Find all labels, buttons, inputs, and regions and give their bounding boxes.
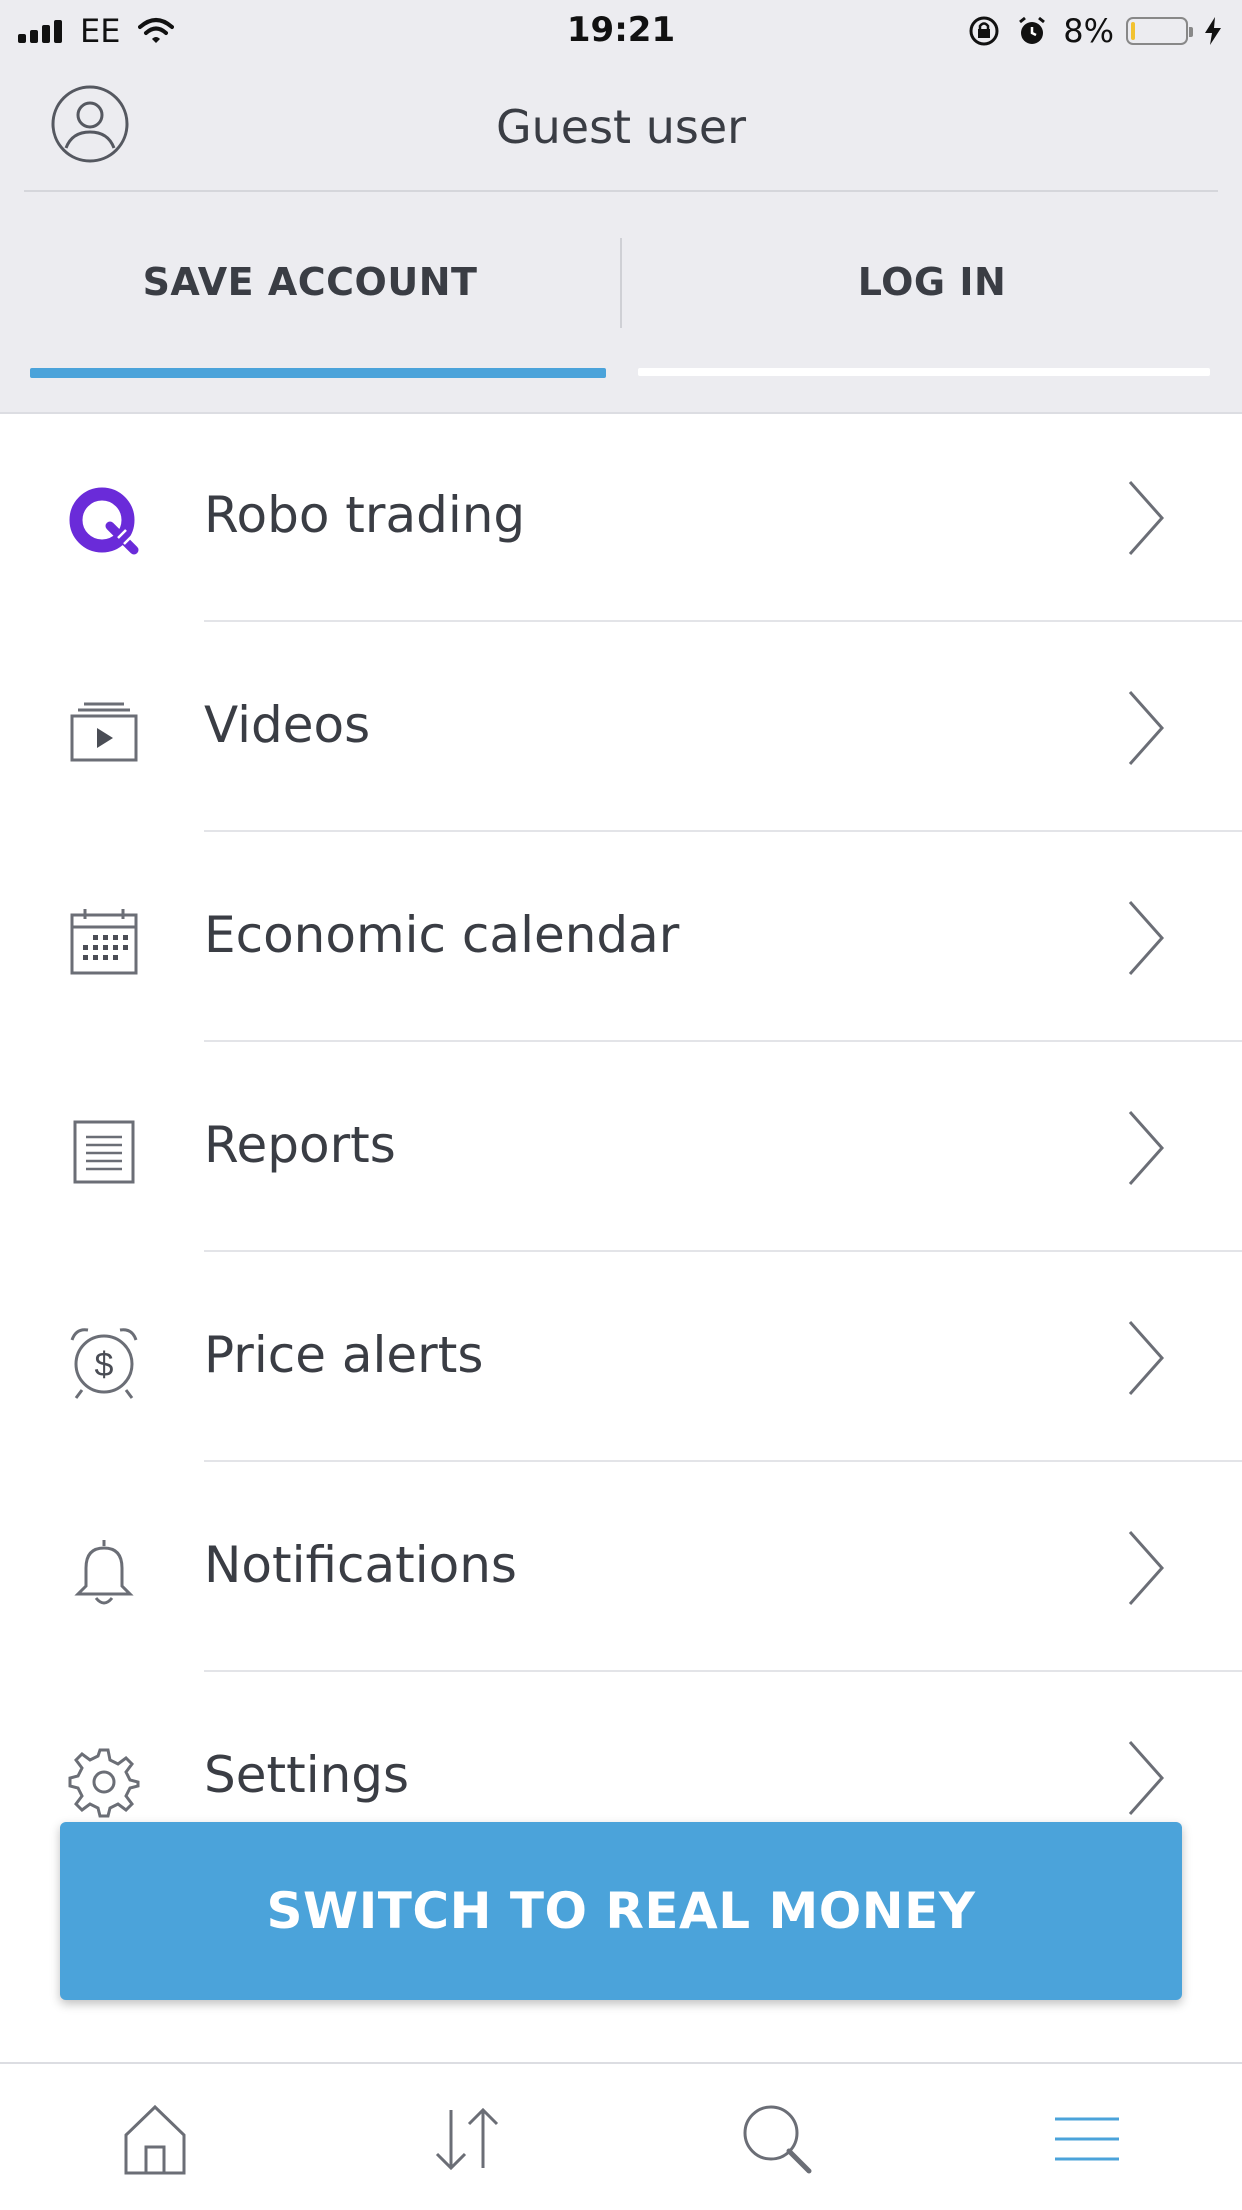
orientation-lock-icon (969, 16, 999, 46)
status-bar: EE 19:21 8% (0, 0, 1242, 62)
trade-arrows-icon[interactable] (422, 2094, 512, 2184)
menu-item-price-alerts[interactable]: $ Price alerts (0, 1252, 1242, 1462)
log-in-button[interactable]: LOG IN (622, 192, 1242, 372)
chevron-right-icon (1128, 691, 1165, 765)
menu-item-label: Robo trading (204, 486, 526, 544)
menu-item-videos[interactable]: Videos (0, 622, 1242, 832)
robo-trading-icon (64, 482, 144, 562)
account-header: EE 19:21 8% Guest user SAVE ACCOUNT LOG … (0, 0, 1242, 414)
menu-item-economic-calendar[interactable]: Economic calendar (0, 832, 1242, 1042)
menu-item-label: Price alerts (204, 1326, 484, 1384)
menu-item-label: Reports (204, 1116, 396, 1174)
price-alert-icon: $ (64, 1322, 144, 1402)
chevron-right-icon (1128, 481, 1165, 555)
switch-to-real-money-button[interactable]: SWITCH TO REAL MONEY (60, 1822, 1182, 2000)
chevron-right-icon (1128, 1741, 1165, 1815)
bell-icon (64, 1532, 144, 1612)
chevron-right-icon (1128, 1321, 1165, 1395)
svg-text:$: $ (95, 1346, 114, 1384)
menu-item-label: Notifications (204, 1536, 517, 1594)
chevron-right-icon (1128, 1111, 1165, 1185)
charging-icon (1205, 17, 1221, 45)
menu-item-robo-trading[interactable]: Robo trading (0, 412, 1242, 622)
alarm-icon (1019, 16, 1046, 44)
active-tab-indicator (30, 368, 606, 378)
user-name: Guest user (495, 100, 747, 154)
save-account-button[interactable]: SAVE ACCOUNT (0, 192, 620, 372)
reports-icon (64, 1112, 144, 1192)
switch-to-real-money-container: SWITCH TO REAL MONEY (60, 1822, 1182, 2000)
menu-item-notifications[interactable]: Notifications (0, 1462, 1242, 1672)
video-icon (64, 692, 144, 772)
battery-percent: 8% (1063, 12, 1114, 50)
chevron-right-icon (1128, 1531, 1165, 1605)
search-icon[interactable] (732, 2094, 822, 2184)
auth-tabs: SAVE ACCOUNT LOG IN (0, 192, 1242, 372)
menu-item-label: Economic calendar (204, 906, 680, 964)
menu-list: Robo trading Videos Economic calendar Re… (0, 412, 1242, 1882)
inactive-tab-indicator (638, 368, 1210, 376)
calendar-icon (64, 902, 144, 982)
gear-icon (64, 1742, 144, 1822)
bottom-tab-bar (0, 2062, 1242, 2210)
menu-item-label: Videos (204, 696, 371, 754)
menu-item-label: Settings (204, 1746, 410, 1804)
profile-row: Guest user (0, 62, 1242, 190)
home-icon[interactable] (110, 2094, 200, 2184)
chevron-right-icon (1128, 901, 1165, 975)
menu-icon[interactable] (1042, 2094, 1132, 2184)
menu-item-reports[interactable]: Reports (0, 1042, 1242, 1252)
battery-icon (1126, 17, 1193, 45)
